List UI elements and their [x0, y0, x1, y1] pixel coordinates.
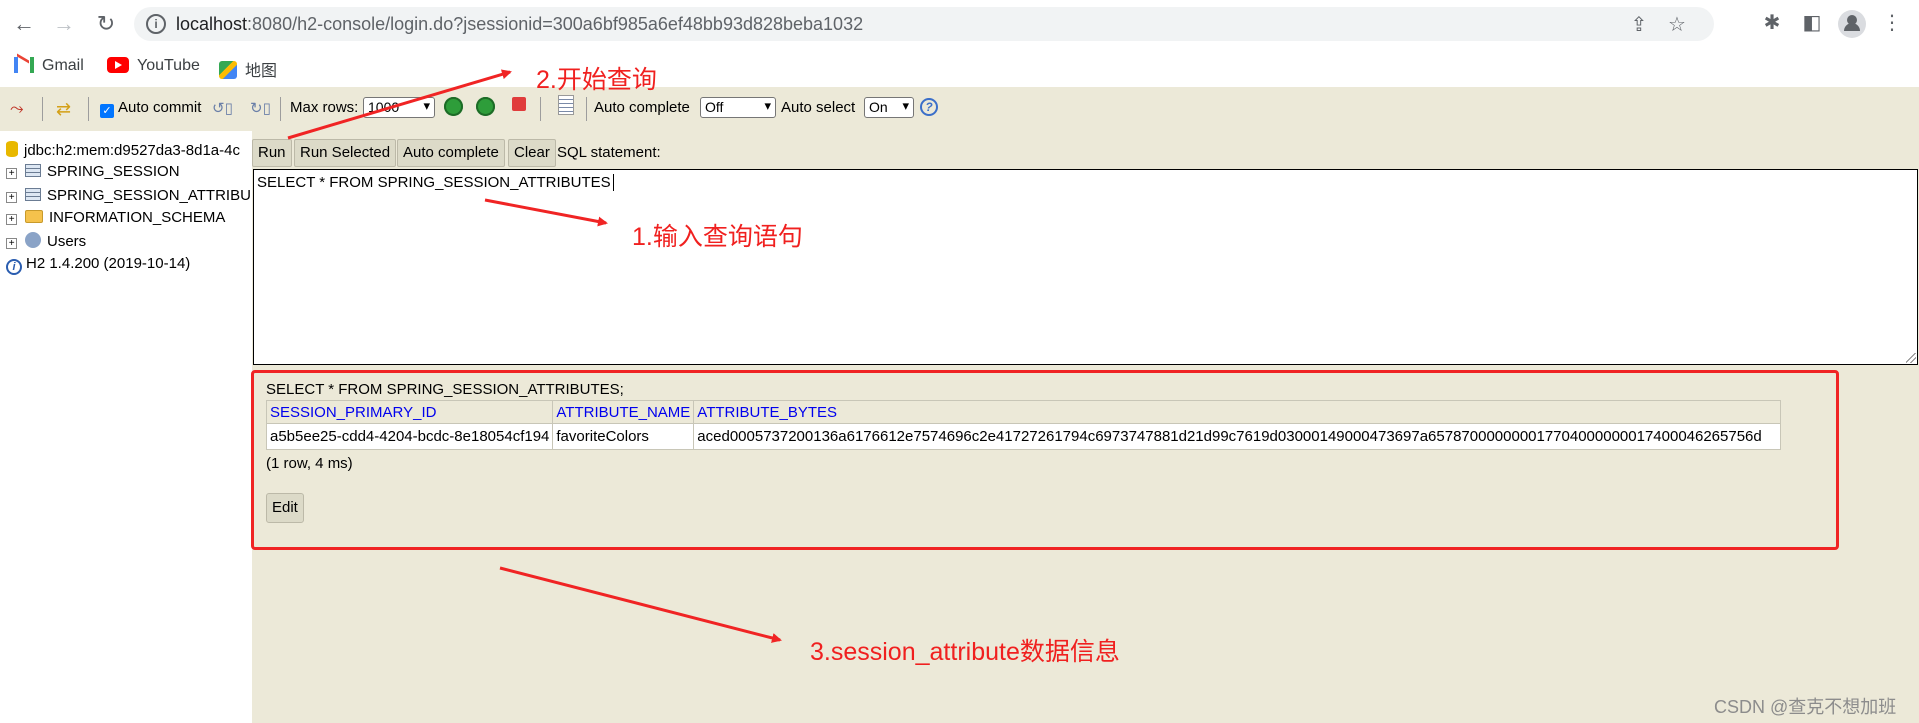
gmail-icon	[14, 57, 34, 73]
avatar[interactable]	[1838, 10, 1866, 38]
reload-icon[interactable]: ↻	[92, 10, 120, 38]
toolbar-divider	[586, 97, 587, 121]
refresh-icon[interactable]: ⇄	[56, 99, 71, 120]
resize-handle[interactable]	[1906, 353, 1916, 363]
max-rows-label: Max rows:	[290, 99, 359, 116]
bookmark-label: 地图	[245, 63, 278, 80]
toolbar-divider	[42, 97, 43, 121]
max-rows-select[interactable]: 1000	[363, 97, 435, 118]
auto-select-label: Auto select	[781, 99, 856, 116]
auto-complete-button[interactable]: Auto complete	[397, 139, 505, 167]
forward-icon[interactable]: →	[50, 10, 78, 38]
extensions-icon[interactable]: ✱	[1752, 10, 1792, 35]
expand-icon[interactable]: +	[6, 238, 17, 249]
tree-item-spring-session[interactable]: + SPRING_SESSION	[6, 163, 180, 180]
tree-item-users[interactable]: + Users	[6, 232, 86, 250]
youtube-icon	[107, 57, 129, 73]
star-icon[interactable]: ☆	[1658, 12, 1696, 37]
tree-item-label: INFORMATION_SCHEMA	[49, 209, 226, 226]
auto-select-value[interactable]: On	[864, 97, 914, 118]
auto-commit-toggle[interactable]: ✓ Auto commit	[100, 99, 201, 118]
toolbar-divider	[88, 97, 89, 121]
bookmark-label: Gmail	[42, 57, 84, 74]
schema-tree: jdbc:h2:mem:d9527da3-8d1a-4c + SPRING_SES…	[0, 131, 252, 723]
url-actions: ⇪ ☆	[1620, 12, 1696, 37]
database-icon	[6, 141, 18, 157]
history-icon[interactable]	[558, 95, 574, 115]
tree-item-information-schema[interactable]: + INFORMATION_SCHEMA	[6, 209, 225, 226]
clear-button[interactable]: Clear	[508, 139, 556, 167]
run-selected-button[interactable]: Run Selected	[294, 139, 397, 167]
auto-complete-value[interactable]: Off	[700, 97, 776, 118]
help-glyph: ?	[920, 98, 938, 116]
sql-editor[interactable]: SELECT * FROM SPRING_SESSION_ATTRIBUTES	[253, 169, 1918, 365]
expand-icon[interactable]: +	[6, 214, 17, 225]
tree-item-label: SPRING_SESSION_ATTRIBU	[47, 187, 251, 204]
commit-icon[interactable]: ↻▯	[250, 99, 271, 117]
expand-icon[interactable]: +	[6, 168, 17, 179]
info-icon[interactable]: i	[146, 14, 166, 34]
menu-icon[interactable]: ⋮	[1872, 10, 1912, 35]
sql-statement-label: SQL statement:	[557, 144, 661, 161]
connection-label: jdbc:h2:mem:d9527da3-8d1a-4c	[24, 142, 240, 159]
toolbar-divider	[540, 97, 541, 121]
run-selected-icon[interactable]	[476, 97, 495, 116]
h2-toolbar: ⤳ ⇄ ✓ Auto commit ↺▯ ↻▯ Max rows: 1000 Au…	[0, 87, 1919, 131]
users-icon	[25, 232, 41, 248]
auto-select-select[interactable]: On	[864, 97, 914, 118]
tree-version: i H2 1.4.200 (2019-10-14)	[6, 255, 190, 275]
url-text[interactable]: localhost:8080/h2-console/login.do?jsess…	[176, 14, 863, 35]
share-icon[interactable]: ⇪	[1620, 12, 1658, 37]
browser-actions: ✱ ◧ ⋮	[1752, 10, 1912, 38]
table-icon	[25, 188, 41, 201]
bookmark-maps[interactable]: 地图	[219, 57, 277, 81]
auto-commit-checkbox[interactable]: ✓	[100, 104, 114, 118]
annotation-step2: 2.开始查询	[536, 66, 657, 94]
disconnect-icon[interactable]: ⤳	[10, 99, 24, 119]
table-icon	[25, 164, 41, 177]
tree-item-label: SPRING_SESSION	[47, 163, 180, 180]
bookmark-youtube[interactable]: YouTube	[107, 57, 200, 75]
annotation-step1: 1.输入查询语句	[632, 223, 803, 251]
tree-item-label: Users	[47, 233, 87, 250]
url-path: :8080/h2-console/login.do?jsessionid=300…	[247, 14, 864, 34]
bookmarks-bar: Gmail YouTube 地图	[0, 49, 1919, 87]
maps-icon	[219, 61, 237, 79]
watermark: CSDN @查克不想加班	[1714, 697, 1897, 717]
auto-complete-select[interactable]: Off	[700, 97, 776, 118]
max-rows-value[interactable]: 1000	[363, 97, 435, 118]
expand-icon[interactable]: +	[6, 192, 17, 203]
run-button[interactable]: Run	[252, 139, 292, 167]
browser-toolbar: ← → ↻ i localhost:8080/h2-console/login.…	[0, 0, 1919, 49]
folder-icon	[25, 210, 43, 223]
version-label: H2 1.4.200 (2019-10-14)	[26, 255, 191, 272]
help-icon[interactable]: ?	[920, 98, 938, 116]
info-icon: i	[6, 259, 22, 275]
profile-icon[interactable]	[1832, 10, 1872, 38]
highlight-box	[251, 370, 1839, 550]
tree-item-spring-session-attributes[interactable]: + SPRING_SESSION_ATTRIBU	[6, 187, 251, 204]
annotation-step3: 3.session_attribute数据信息	[810, 638, 1120, 666]
sidebar-icon[interactable]: ◧	[1792, 10, 1832, 35]
toolbar-divider	[280, 97, 281, 121]
auto-complete-label: Auto complete	[594, 99, 690, 116]
bookmark-gmail[interactable]: Gmail	[14, 57, 84, 75]
run-icon[interactable]	[444, 97, 463, 116]
back-icon[interactable]: ←	[10, 10, 38, 38]
rollback-icon[interactable]: ↺▯	[212, 99, 233, 117]
address-bar[interactable]: i localhost:8080/h2-console/login.do?jse…	[134, 7, 1714, 41]
tree-connection[interactable]: jdbc:h2:mem:d9527da3-8d1a-4c	[6, 141, 240, 159]
bookmark-label: YouTube	[137, 57, 200, 74]
url-host: localhost	[176, 14, 248, 34]
sql-text: SELECT * FROM SPRING_SESSION_ATTRIBUTES	[257, 174, 611, 191]
auto-commit-label: Auto commit	[118, 99, 202, 116]
cancel-icon[interactable]	[512, 97, 526, 111]
